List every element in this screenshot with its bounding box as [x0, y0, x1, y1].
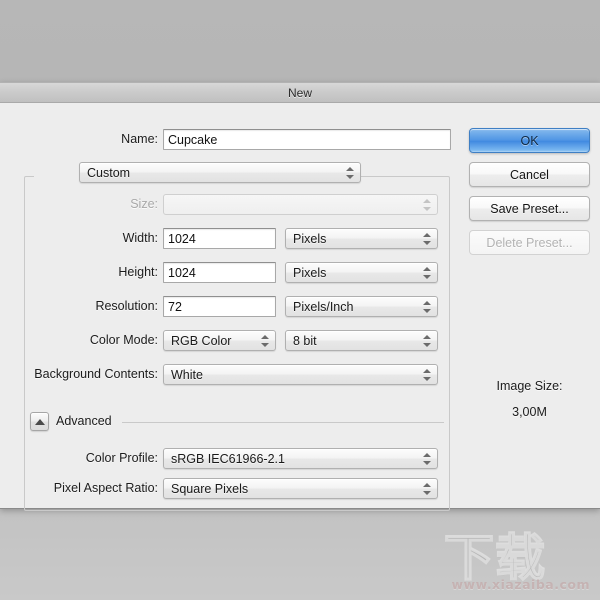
resolution-label: Resolution:: [95, 299, 158, 313]
advanced-separator: [122, 422, 444, 423]
name-input[interactable]: Cupcake: [163, 129, 451, 150]
color-profile-dropdown[interactable]: sRGB IEC61966-2.1: [163, 448, 438, 469]
color-profile-label: Color Profile:: [85, 451, 158, 465]
pixel-aspect-ratio-label: Pixel Aspect Ratio:: [53, 481, 158, 495]
delete-preset-button: Delete Preset...: [469, 230, 590, 255]
height-unit-dropdown[interactable]: Pixels: [285, 262, 438, 283]
site-watermark: 下载吧 www.xiazaiba.com: [443, 522, 592, 594]
image-size-value: 3,00M: [512, 405, 547, 419]
resolution-unit-value: Pixels/Inch: [293, 299, 354, 314]
dialog-body: Name: Cupcake Preset: Custom Size: Width…: [0, 103, 600, 511]
size-dropdown: [163, 194, 438, 215]
stepper-arrows-icon: [346, 165, 355, 181]
width-unit-value: Pixels: [293, 231, 327, 246]
advanced-label: Advanced: [56, 414, 112, 428]
triangle-up-icon: [34, 418, 45, 425]
dialog-title: New: [287, 85, 312, 100]
watermark-logo-text: 下载吧: [443, 528, 546, 588]
color-profile-value: sRGB IEC61966-2.1: [171, 451, 285, 466]
image-size-readout: Image Size: 3,00M: [469, 379, 590, 419]
stepper-arrows-icon: [423, 231, 432, 247]
color-depth-value: 8 bit: [293, 333, 317, 348]
size-label: Size:: [130, 197, 158, 211]
color-mode-dropdown[interactable]: RGB Color: [163, 330, 276, 351]
stepper-arrows-icon: [261, 333, 270, 349]
color-depth-dropdown[interactable]: 8 bit: [285, 330, 438, 351]
width-unit-dropdown[interactable]: Pixels: [285, 228, 438, 249]
stepper-arrows-icon: [423, 481, 432, 497]
dialog-titlebar[interactable]: New: [0, 83, 600, 103]
background-contents-value: White: [171, 367, 203, 382]
name-label: Name:: [121, 132, 158, 146]
color-mode-value: RGB Color: [171, 333, 232, 348]
pixel-aspect-ratio-dropdown[interactable]: Square Pixels: [163, 478, 438, 499]
resolution-unit-dropdown[interactable]: Pixels/Inch: [285, 296, 438, 317]
stepper-arrows-icon: [423, 367, 432, 383]
width-input[interactable]: 1024: [163, 228, 276, 249]
stepper-arrows-icon: [423, 299, 432, 315]
cancel-button[interactable]: Cancel: [469, 162, 590, 187]
background-contents-label: Background Contents:: [34, 367, 158, 381]
new-document-dialog: New Name: Cupcake Preset: Custom Size: W…: [0, 82, 600, 511]
stepper-arrows-icon: [423, 265, 432, 281]
height-label: Height:: [118, 265, 158, 279]
stepper-arrows-icon: [423, 197, 432, 213]
resolution-input[interactable]: 72: [163, 296, 276, 317]
ok-button[interactable]: OK: [469, 128, 590, 153]
width-label: Width:: [122, 231, 158, 245]
stepper-arrows-icon: [423, 451, 432, 467]
color-mode-label: Color Mode:: [89, 333, 158, 347]
height-input[interactable]: 1024: [163, 262, 276, 283]
pixel-aspect-ratio-value: Square Pixels: [171, 481, 249, 496]
stepper-arrows-icon: [423, 333, 432, 349]
advanced-section-header: Advanced: [30, 411, 444, 433]
watermark-url: www.xiazaiba.com: [451, 577, 590, 592]
image-size-label: Image Size:: [496, 379, 563, 393]
background-contents-dropdown[interactable]: White: [163, 364, 438, 385]
height-unit-value: Pixels: [293, 265, 327, 280]
preset-value: Custom: [87, 165, 131, 180]
save-preset-button[interactable]: Save Preset...: [469, 196, 590, 221]
advanced-disclosure-button[interactable]: [30, 412, 49, 431]
preset-dropdown[interactable]: Custom: [79, 162, 361, 183]
